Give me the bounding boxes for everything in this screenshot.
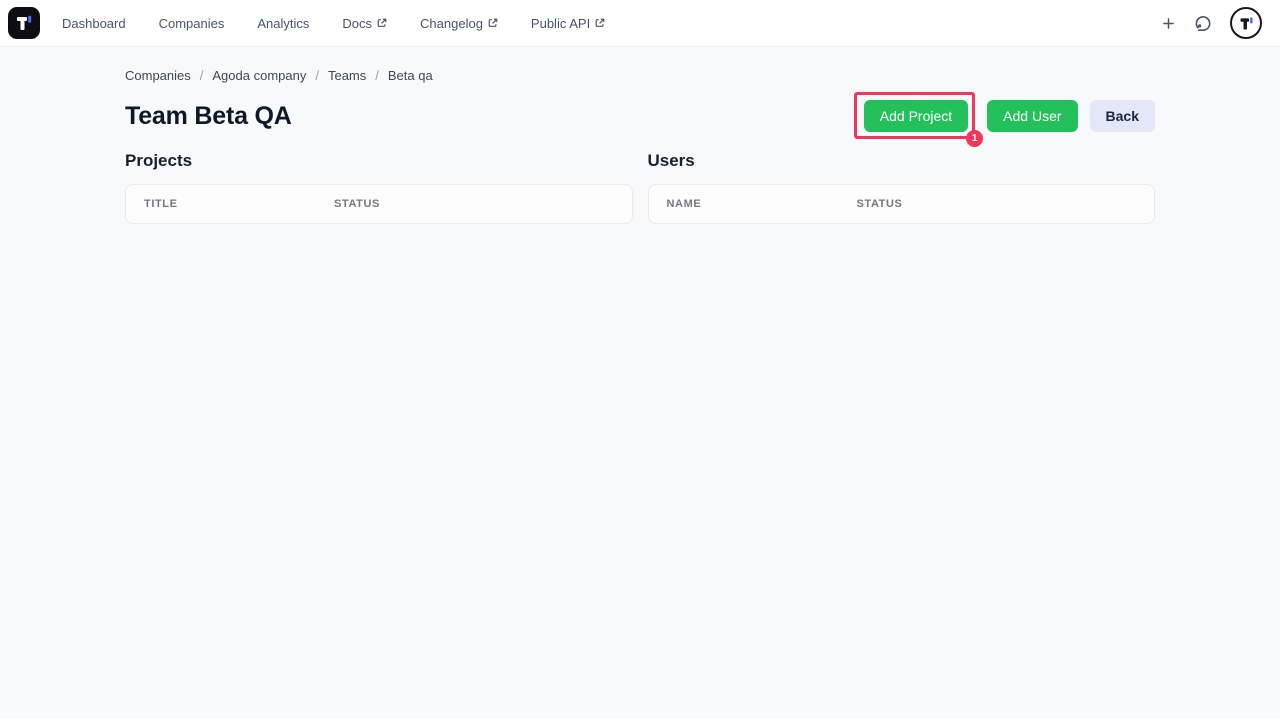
title-row: Team Beta QA Add Project 1 Add User Back (125, 92, 1155, 147)
breadcrumb-separator: / (315, 68, 319, 83)
column-header-status: STATUS (334, 198, 380, 210)
sections-grid: Projects TITLE STATUS Users NAME STATUS (125, 151, 1155, 224)
nav-item-label: Changelog (420, 15, 483, 31)
breadcrumb-teams[interactable]: Teams (328, 68, 366, 83)
action-buttons: Add Project 1 Add User Back (853, 92, 1155, 147)
breadcrumb-beta-qa[interactable]: Beta qa (388, 68, 433, 83)
projects-table: TITLE STATUS (125, 184, 633, 224)
support-headset-icon[interactable] (1193, 14, 1212, 33)
users-heading: Users (647, 151, 695, 170)
brand-t-icon (17, 15, 32, 30)
breadcrumb-agoda-company[interactable]: Agoda company (212, 68, 306, 83)
breadcrumb: Companies / Agoda company / Teams / Beta… (125, 68, 1155, 83)
external-link-icon (595, 18, 605, 27)
nav-item-changelog[interactable]: Changelog (420, 16, 498, 31)
back-button[interactable]: Back (1089, 100, 1155, 132)
brand-t-icon (1240, 16, 1253, 29)
users-table-header: NAME STATUS (649, 185, 1155, 223)
page-title: Team Beta QA (125, 101, 292, 130)
nav-item-analytics[interactable]: Analytics (257, 16, 309, 31)
projects-heading: Projects (125, 151, 193, 170)
breadcrumb-separator: / (199, 68, 204, 83)
nav-item-companies[interactable]: Companies (159, 16, 225, 31)
nav-item-docs[interactable]: Docs (342, 16, 387, 31)
add-user-button[interactable]: Add User (987, 100, 1078, 132)
projects-section: Projects TITLE STATUS (125, 151, 633, 224)
add-project-annotation-wrapper: Add Project 1 (853, 92, 984, 147)
tutorial-step-badge: 1 (966, 130, 984, 147)
column-header-title: TITLE (144, 198, 178, 210)
users-table: NAME STATUS (647, 184, 1155, 224)
breadcrumb-separator: / (375, 68, 379, 83)
column-header-name: NAME (666, 198, 702, 210)
navbar-right (1162, 7, 1262, 39)
add-project-button[interactable]: Add Project (863, 100, 969, 132)
nav-item-label: Public API (530, 15, 591, 31)
top-navbar: Dashboard Companies Analytics Docs Chang… (0, 0, 1280, 47)
breadcrumb-companies[interactable]: Companies (125, 68, 191, 83)
nav-item-label: Analytics (257, 15, 310, 31)
nav-item-dashboard[interactable]: Dashboard (62, 16, 126, 31)
projects-table-header: TITLE STATUS (126, 185, 632, 223)
nav-item-public-api[interactable]: Public API (531, 16, 605, 31)
plus-icon[interactable] (1162, 17, 1175, 30)
nav-item-label: Companies (158, 15, 225, 31)
external-link-icon (488, 18, 498, 27)
nav-item-label: Dashboard (62, 15, 126, 31)
external-link-icon (377, 18, 387, 27)
workspace-avatar[interactable] (1230, 7, 1262, 39)
main-content: Companies / Agoda company / Teams / Beta… (0, 68, 1280, 224)
users-section: Users NAME STATUS (647, 151, 1155, 224)
column-header-status: STATUS (856, 198, 903, 210)
nav-links: Dashboard Companies Analytics Docs Chang… (62, 16, 605, 31)
app-logo[interactable] (8, 7, 40, 39)
nav-item-label: Docs (342, 15, 373, 31)
